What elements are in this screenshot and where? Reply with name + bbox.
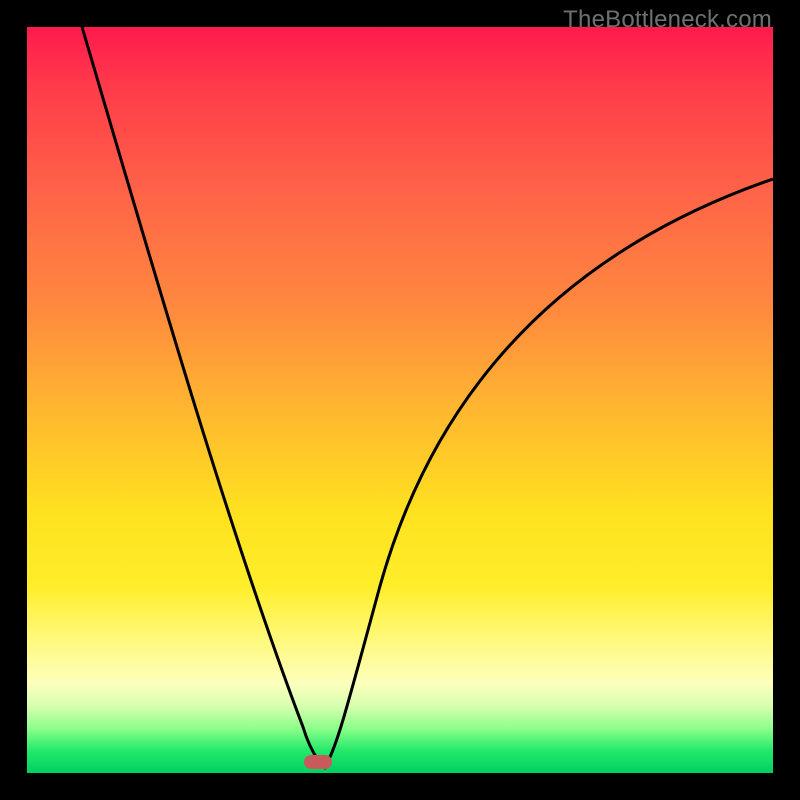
min-marker	[304, 755, 332, 769]
bottleneck-curve	[82, 27, 773, 768]
curve-svg	[27, 27, 773, 773]
watermark-text: TheBottleneck.com	[563, 6, 772, 34]
chart-frame: TheBottleneck.com	[0, 0, 800, 800]
plot-area	[27, 27, 773, 773]
